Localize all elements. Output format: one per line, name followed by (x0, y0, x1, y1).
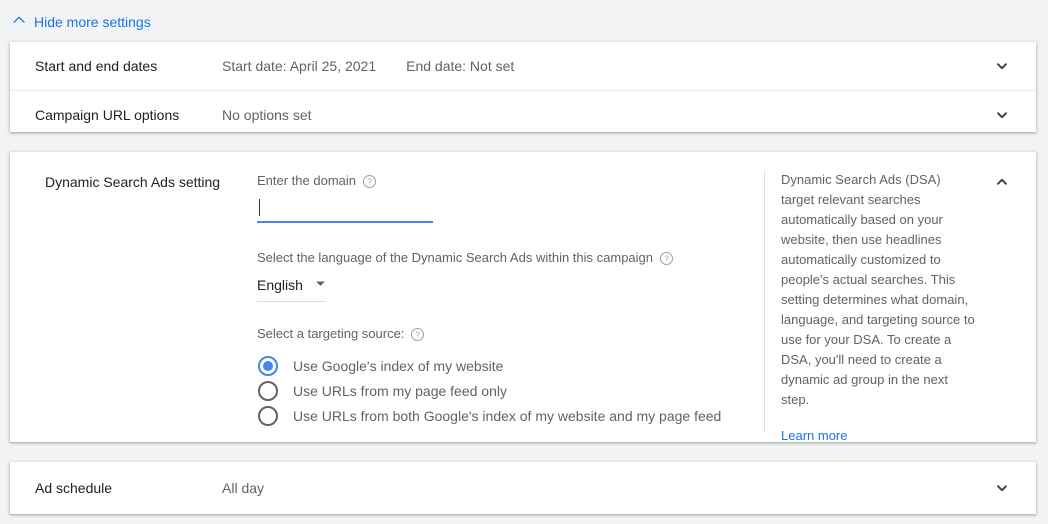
dynamic-search-ads-card: Dynamic Search Ads setting Enter the dom… (10, 152, 1036, 443)
radio-label-both-sources: Use URLs from both Google's index of my … (293, 407, 722, 424)
end-date-value: End date: Not set (406, 58, 515, 74)
radio-option-page-feed-only[interactable]: Use URLs from my page feed only (257, 378, 727, 403)
domain-field-label: Enter the domain (257, 173, 357, 188)
start-date-value: Start date: April 25, 2021 (222, 58, 377, 74)
help-circle-icon-language[interactable]: ? (659, 251, 674, 266)
learn-more-link[interactable]: Learn more (781, 427, 847, 445)
help-circle-icon-domain[interactable]: ? (362, 174, 377, 189)
svg-text:?: ? (367, 177, 372, 186)
row-value-ad-schedule: All day (222, 478, 264, 498)
domain-input-wrapper (257, 199, 433, 223)
caret-down-icon-language (315, 276, 326, 294)
dsa-help-panel: Dynamic Search Ads (DSA) target relevant… (764, 170, 976, 443)
hide-more-settings-toggle[interactable]: Hide more settings (12, 12, 151, 32)
chevron-up-icon-dsa-collapse[interactable] (990, 170, 1014, 194)
domain-field-label-group: Enter the domain ? (257, 172, 727, 190)
row-value-campaign-url-options: No options set (222, 105, 312, 125)
dsa-form: Enter the domain ? Select the language o… (257, 172, 727, 428)
text-caret (259, 199, 260, 216)
row-label-campaign-url-options: Campaign URL options (35, 106, 180, 123)
dsa-section-title: Dynamic Search Ads setting (45, 174, 221, 190)
targeting-source-label-group: Select a targeting source: ? (257, 325, 727, 343)
campaign-url-options-value: No options set (222, 106, 312, 123)
help-circle-icon-targeting[interactable]: ? (410, 327, 425, 342)
dsa-help-text: Dynamic Search Ads (DSA) target relevant… (781, 172, 975, 407)
row-ad-schedule[interactable]: Ad schedule All day (10, 462, 1036, 514)
radio-option-both-sources[interactable]: Use URLs from both Google's index of my … (257, 403, 727, 428)
targeting-source-label: Select a targeting source: (257, 326, 405, 341)
dsa-card-inner: Dynamic Search Ads setting Enter the dom… (10, 152, 1036, 443)
settings-card-top: Start and end dates Start date: April 25… (10, 42, 1036, 132)
radio-button-page-feed-only[interactable] (258, 380, 278, 401)
chevron-down-icon-ad-schedule[interactable] (990, 476, 1014, 500)
row-label-start-end-dates: Start and end dates (35, 58, 158, 74)
radio-option-google-index[interactable]: Use Google's index of my website (257, 353, 727, 378)
hide-more-settings-label: Hide more settings (34, 14, 151, 30)
chevron-down-icon-dates[interactable] (990, 54, 1014, 78)
settings-page: Hide more settings Start and end dates S… (0, 0, 1048, 524)
row-label-ad-schedule: Ad schedule (35, 480, 113, 496)
chevron-up-icon (12, 12, 26, 32)
domain-input[interactable] (257, 199, 433, 223)
svg-text:?: ? (664, 254, 669, 263)
row-campaign-url-options[interactable]: Campaign URL options No options set (10, 90, 1036, 138)
row-start-end-dates[interactable]: Start and end dates Start date: April 25… (10, 42, 1036, 90)
radio-button-both-sources[interactable] (258, 405, 278, 426)
ad-schedule-value: All day (222, 480, 265, 496)
svg-text:?: ? (416, 330, 421, 339)
radio-button-google-index[interactable] (258, 355, 278, 376)
chevron-down-icon-url-options[interactable] (990, 103, 1014, 127)
ad-schedule-card: Ad schedule All day (10, 462, 1036, 514)
radio-label-google-index: Use Google's index of my website (293, 357, 504, 374)
language-field-label: Select the language of the Dynamic Searc… (257, 250, 654, 265)
language-select-value: English (257, 277, 303, 293)
language-field-label-group: Select the language of the Dynamic Searc… (257, 249, 727, 267)
language-select[interactable]: English (257, 275, 326, 302)
radio-label-page-feed-only: Use URLs from my page feed only (293, 382, 507, 399)
targeting-source-radio-group: Use Google's index of my website Use URL… (257, 353, 727, 428)
row-value-start-end-dates: Start date: April 25, 2021 End date: Not… (222, 56, 514, 76)
